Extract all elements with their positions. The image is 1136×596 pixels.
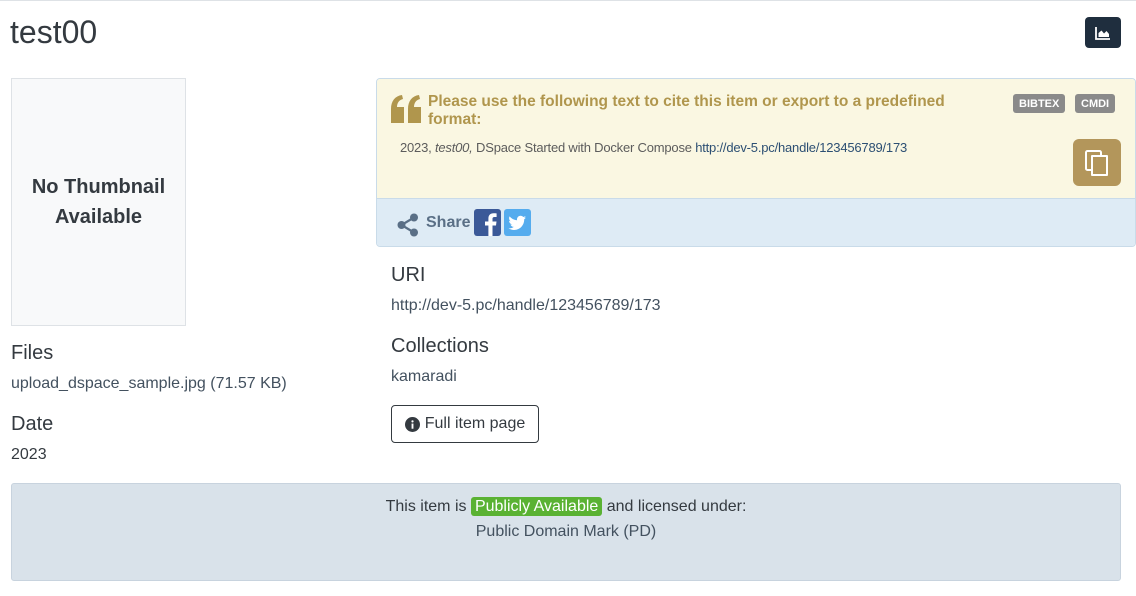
- citation-text: 2023, test00, DSpace Started with Docker…: [400, 140, 907, 155]
- citation-panel: Please use the following text to cite th…: [376, 78, 1136, 247]
- full-item-page-button[interactable]: Full item page: [391, 405, 539, 443]
- share-alt-icon: [397, 213, 418, 237]
- copy-citation-button[interactable]: [1073, 139, 1121, 186]
- info-circle-icon: [404, 416, 420, 432]
- copy-icon: [1085, 149, 1108, 176]
- full-item-page-label: Full item page: [424, 415, 526, 432]
- share-label: Share: [426, 214, 471, 231]
- thumbnail-text: No Thumbnail Available: [31, 176, 166, 228]
- citation-heading: Please use the following text to cite th…: [428, 93, 945, 128]
- citation-year: 2023,: [400, 140, 432, 155]
- publicly-available-badge: Publicly Available: [470, 497, 603, 516]
- statistics-button[interactable]: [1085, 17, 1121, 48]
- twitter-icon[interactable]: [504, 209, 531, 236]
- page-title: test00: [10, 14, 98, 50]
- facebook-icon[interactable]: [474, 209, 501, 236]
- citation-url-link[interactable]: http://dev-5.pc/handle/123456789/173: [695, 140, 907, 155]
- citation-source: DSpace Started with Docker Compose: [476, 140, 692, 155]
- citation-item-title: test00,: [434, 140, 473, 155]
- collections-label: Collections: [391, 335, 489, 357]
- share-section: Share: [377, 198, 1135, 246]
- cmdi-badge[interactable]: CMDI: [1075, 94, 1116, 113]
- file-link[interactable]: upload_dspace_sample.jpg (71.57 KB): [11, 375, 287, 393]
- uri-link[interactable]: http://dev-5.pc/handle/123456789/173: [391, 297, 661, 315]
- top-divider: [0, 0, 1136, 1]
- bibtex-badge[interactable]: BIBTEX: [1013, 94, 1066, 113]
- uri-label: URI: [391, 264, 426, 286]
- quote-left-icon: [391, 95, 421, 123]
- files-label: Files: [11, 342, 54, 364]
- license-suffix: and licensed under:: [606, 498, 747, 515]
- citation-section: Please use the following text to cite th…: [377, 79, 1135, 198]
- date-value: 2023: [11, 446, 47, 463]
- license-panel: This item is Publicly Available and lice…: [11, 483, 1121, 581]
- date-label: Date: [11, 413, 54, 435]
- collection-link[interactable]: kamaradi: [391, 368, 457, 386]
- thumbnail-placeholder: No Thumbnail Available: [11, 78, 186, 326]
- license-prefix: This item is: [385, 498, 467, 515]
- license-link[interactable]: Public Domain Mark (PD): [12, 523, 1120, 541]
- license-statement: This item is Publicly Available and lice…: [12, 497, 1120, 516]
- chart-area-icon: [1095, 26, 1110, 40]
